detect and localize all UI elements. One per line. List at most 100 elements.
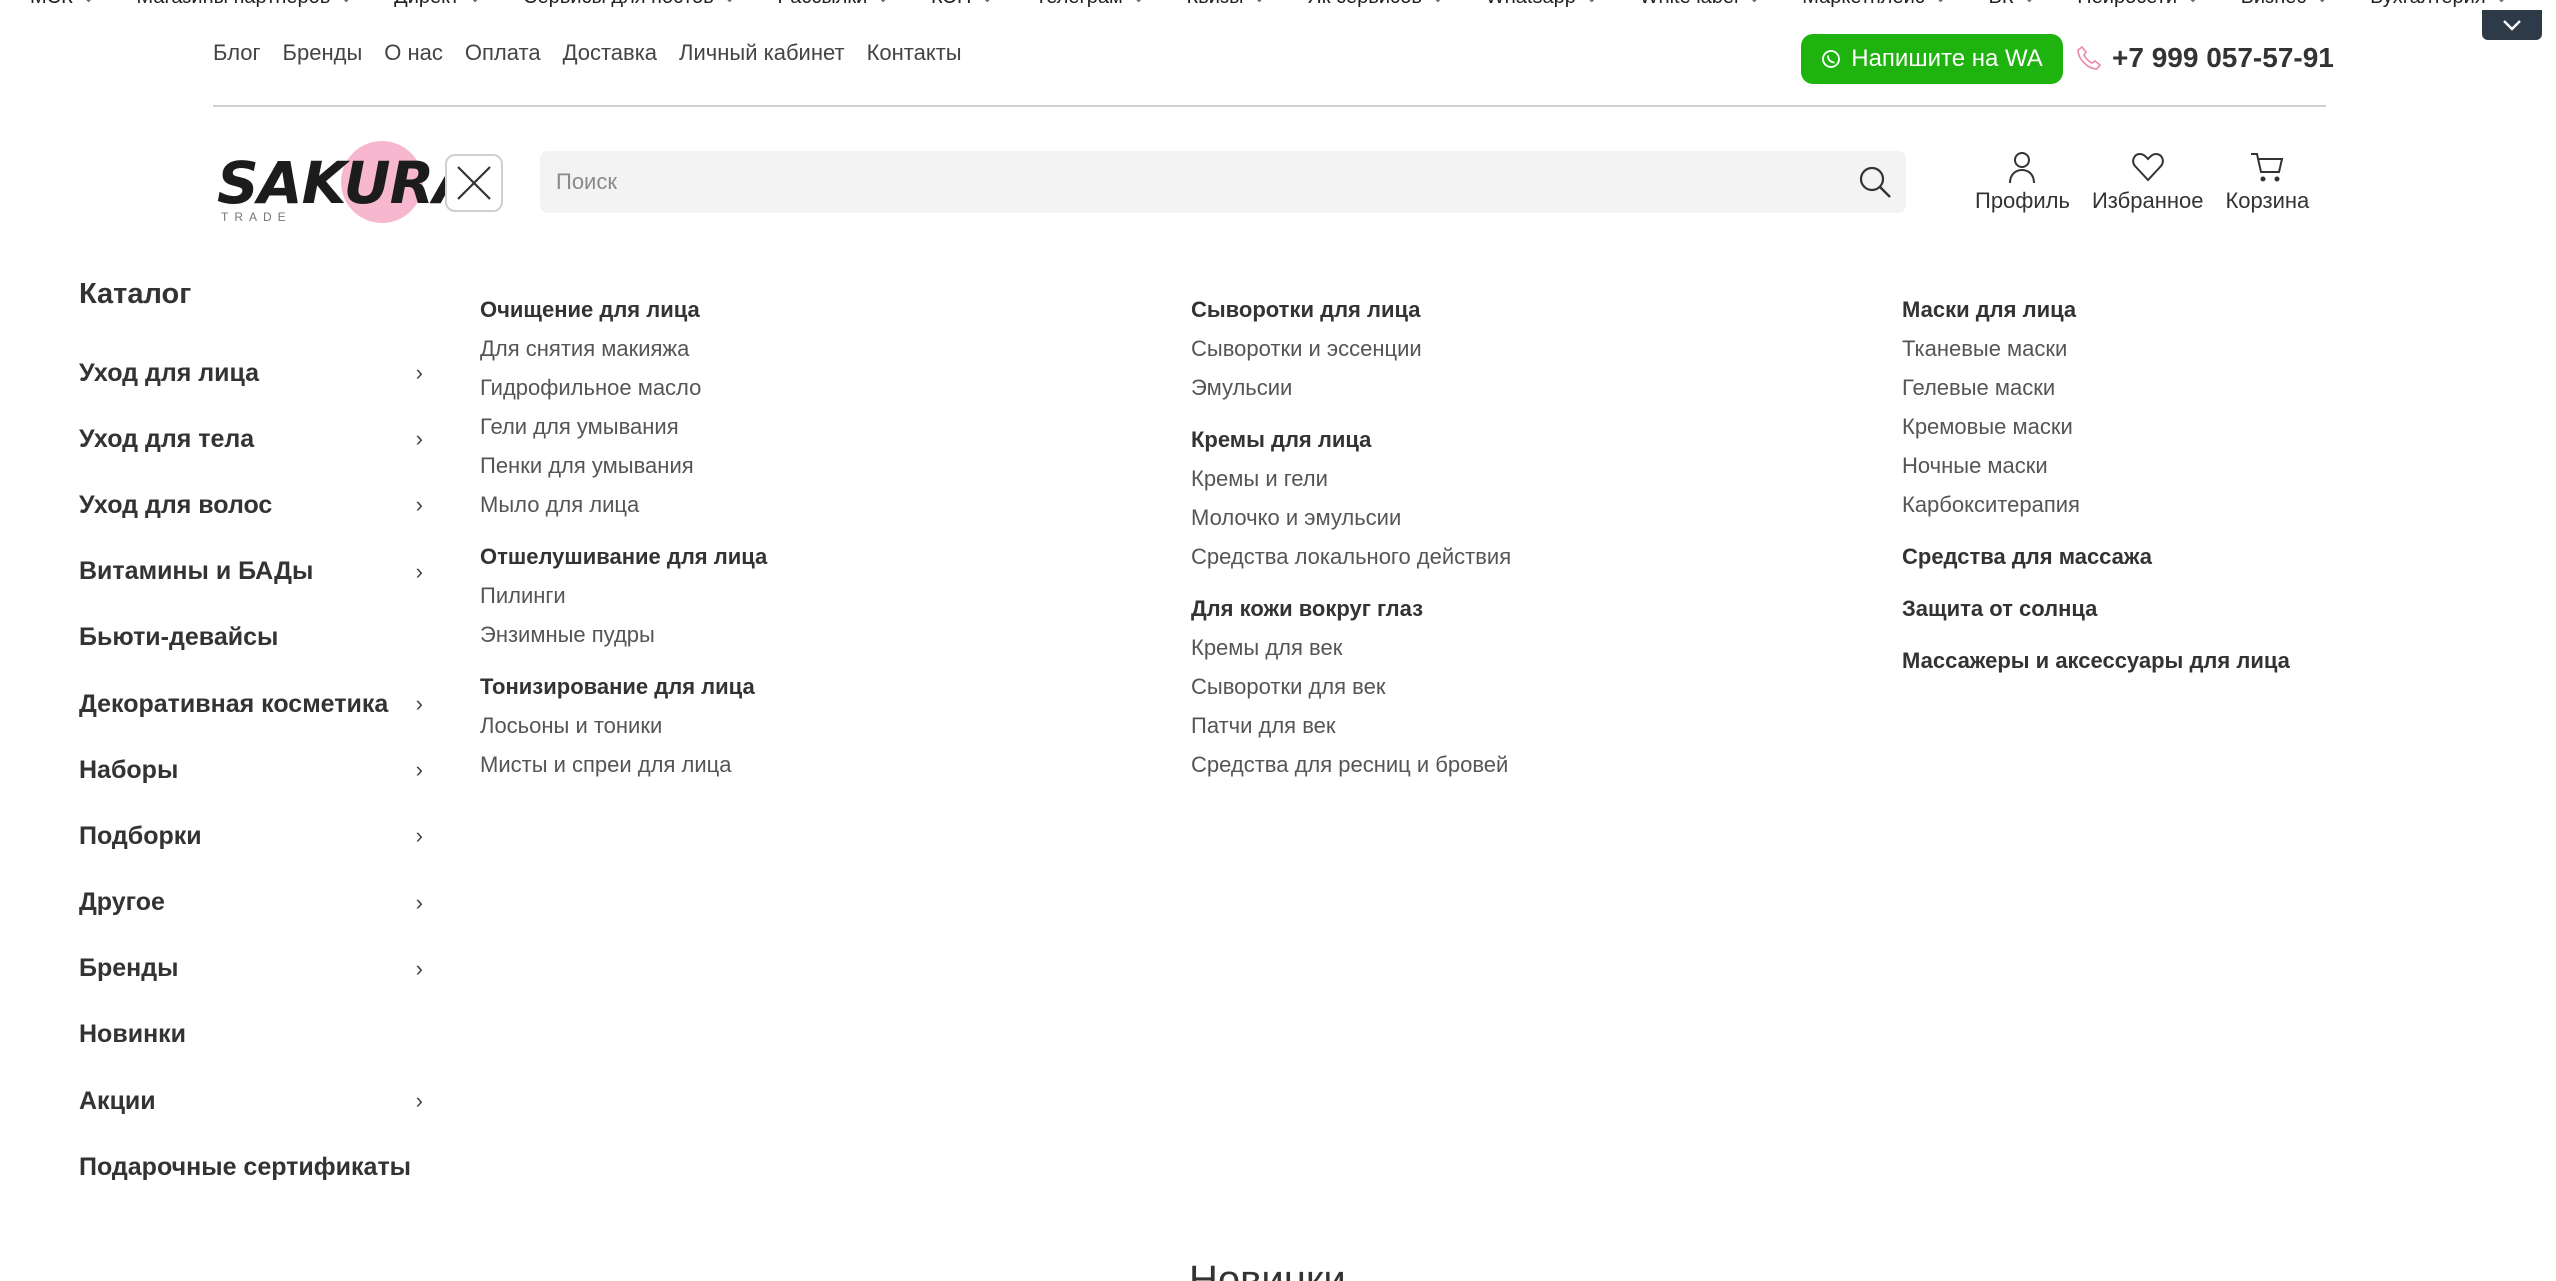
- top-nav: Блог Бренды О нас Оплата Доставка Личный…: [213, 40, 984, 66]
- chevron-down-icon: ⌄: [2316, 0, 2328, 6]
- submenu-link[interactable]: Для снятия макияжа: [480, 334, 767, 373]
- submenu-column-2: Сыворотки для лица Сыворотки и эссенции Эм…: [1191, 295, 1511, 802]
- chevron-down-icon: [2503, 20, 2521, 31]
- catalog-item[interactable]: Наборы ›: [79, 737, 429, 803]
- catalog-item[interactable]: Новинки: [79, 1002, 429, 1068]
- submenu-link[interactable]: Кремы и гели: [1191, 464, 1511, 503]
- submenu-link[interactable]: Тканевые маски: [1902, 334, 2290, 373]
- submenu-group-title[interactable]: Кремы для лица: [1191, 425, 1511, 464]
- submenu-link[interactable]: Энзимные пудры: [480, 620, 767, 659]
- submenu-link[interactable]: Кремы для век: [1191, 633, 1511, 672]
- partner-strip-item[interactable]: КЭП ⌄: [931, 0, 993, 9]
- phone-contact[interactable]: +7 999 057-57-91: [2074, 42, 2334, 74]
- submenu-group-title[interactable]: Защита от солнца: [1902, 594, 2290, 633]
- nav-link-contacts[interactable]: Контакты: [867, 40, 962, 66]
- catalog-item[interactable]: Подарочные сертификаты: [79, 1134, 429, 1200]
- partner-strip-item[interactable]: White label ⌄: [1640, 0, 1761, 9]
- partner-strip-item[interactable]: Рассылки ⌄: [778, 0, 890, 9]
- partner-strip-item[interactable]: МСК ⌄: [30, 0, 95, 9]
- partner-strip-item[interactable]: Сервисы для постов ⌄: [523, 0, 736, 9]
- submenu-group-title[interactable]: Средства для массажа: [1902, 542, 2290, 581]
- partner-strip-item[interactable]: Whatsapp ⌄: [1486, 0, 1598, 9]
- submenu-link[interactable]: Гидрофильное масло: [480, 373, 767, 412]
- chevron-down-icon: ⌄: [469, 0, 481, 6]
- catalog-item[interactable]: Декоративная косметика ›: [79, 671, 429, 737]
- chevron-down-icon: ⌄: [724, 0, 736, 6]
- submenu-group-title[interactable]: Отшелушивание для лица: [480, 542, 767, 581]
- partner-strip-label: Рассылки: [778, 0, 868, 9]
- nav-link-brands[interactable]: Бренды: [283, 40, 363, 66]
- chevron-right-icon: ›: [415, 757, 423, 783]
- partner-strip-label: Бухгалтерия: [2370, 0, 2486, 9]
- phone-icon: [2077, 45, 2102, 70]
- partner-strip-item[interactable]: Бизнес ⌄: [2241, 0, 2328, 9]
- submenu-group-title[interactable]: Очищение для лица: [480, 295, 767, 334]
- partner-strip-item[interactable]: Директ ⌄: [394, 0, 481, 9]
- nav-link-account[interactable]: Личный кабинет: [679, 40, 845, 66]
- catalog-item[interactable]: Уход для волос ›: [79, 472, 429, 538]
- catalog-item[interactable]: Другое ›: [79, 870, 429, 936]
- submenu-link[interactable]: Кремовые маски: [1902, 412, 2290, 451]
- catalog-item-label: Бренды: [79, 954, 179, 983]
- catalog-item[interactable]: Уход для лица ›: [79, 340, 429, 406]
- whatsapp-button[interactable]: Напишите на WA: [1801, 34, 2063, 84]
- submenu-group: Для кожи вокруг глаз Кремы для век Сыворот…: [1191, 594, 1511, 789]
- partner-strip-item[interactable]: Нейросети ⌄: [2077, 0, 2199, 9]
- catalog-item-label: Бьюти-девайсы: [79, 623, 279, 652]
- submenu-link[interactable]: Эмульсии: [1191, 373, 1511, 412]
- submenu-link[interactable]: Мыло для лица: [480, 490, 767, 529]
- close-catalog-button[interactable]: [445, 154, 503, 212]
- catalog-item[interactable]: Бренды ›: [79, 936, 429, 1002]
- nav-link-blog[interactable]: Блог: [213, 40, 261, 66]
- chevron-down-icon: ⌄: [1432, 0, 1444, 6]
- partner-strip-item[interactable]: ВК ⌄: [1989, 0, 2036, 9]
- submenu-link[interactable]: Средства для ресниц и бровей: [1191, 750, 1511, 789]
- nav-link-about[interactable]: О нас: [384, 40, 443, 66]
- submenu-link[interactable]: Гели для умывания: [480, 412, 767, 451]
- partner-strip-item[interactable]: Телеграм ⌄: [1035, 0, 1144, 9]
- submenu-group-title[interactable]: Сыворотки для лица: [1191, 295, 1511, 334]
- partner-strip-item[interactable]: Як сервисов ⌄: [1307, 0, 1444, 9]
- submenu-group-title[interactable]: Маски для лица: [1902, 295, 2290, 334]
- partner-strip-item[interactable]: Маркетплейс ⌄: [1802, 0, 1946, 9]
- submenu-group-title[interactable]: Для кожи вокруг глаз: [1191, 594, 1511, 633]
- cart-button[interactable]: Корзина: [2225, 150, 2309, 214]
- chevron-down-icon: ⌄: [981, 0, 993, 6]
- catalog-item[interactable]: Подборки ›: [79, 803, 429, 869]
- catalog-item[interactable]: Уход для тела ›: [79, 406, 429, 472]
- partner-strip-item[interactable]: Квизы ⌄: [1187, 0, 1266, 9]
- submenu-group: Массажеры и аксессуары для лица: [1902, 646, 2290, 685]
- partner-strip-item[interactable]: Магазины партнеров ⌄: [137, 0, 353, 9]
- search-input[interactable]: [540, 169, 1820, 195]
- submenu-link[interactable]: Средства локального действия: [1191, 542, 1511, 581]
- submenu-link[interactable]: Пилинги: [480, 581, 767, 620]
- logo[interactable]: SAKURA TRADE: [213, 137, 478, 227]
- submenu-group-title[interactable]: Тонизирование для лица: [480, 672, 767, 711]
- chevron-right-icon: ›: [415, 558, 423, 584]
- chevron-down-icon: ⌄: [2187, 0, 2199, 6]
- submenu-link[interactable]: Пенки для умывания: [480, 451, 767, 490]
- strip-toggle-button[interactable]: [2482, 10, 2542, 40]
- submenu-link[interactable]: Ночные маски: [1902, 451, 2290, 490]
- submenu-link[interactable]: Молочко и эмульсии: [1191, 503, 1511, 542]
- submenu-group: Защита от солнца: [1902, 594, 2290, 633]
- submenu-group-title[interactable]: Массажеры и аксессуары для лица: [1902, 646, 2290, 685]
- submenu-link[interactable]: Патчи для век: [1191, 711, 1511, 750]
- chevron-right-icon: ›: [415, 426, 423, 452]
- partner-strip-item[interactable]: Бухгалтерия ⌄: [2370, 0, 2507, 9]
- catalog-item[interactable]: Бьюти-девайсы: [79, 605, 429, 671]
- nav-link-payment[interactable]: Оплата: [465, 40, 541, 66]
- catalog-item[interactable]: Витамины и БАДы ›: [79, 539, 429, 605]
- nav-link-delivery[interactable]: Доставка: [563, 40, 657, 66]
- submenu-link[interactable]: Сыворотки для век: [1191, 672, 1511, 711]
- submenu-link[interactable]: Гелевые маски: [1902, 373, 2290, 412]
- submenu-link[interactable]: Лосьоны и тоники: [480, 711, 767, 750]
- catalog-item[interactable]: Акции ›: [79, 1068, 429, 1134]
- submenu-link[interactable]: Сыворотки и эссенции: [1191, 334, 1511, 373]
- whatsapp-icon: [1822, 50, 1841, 68]
- favorites-button[interactable]: Избранное: [2092, 150, 2203, 214]
- search-icon[interactable]: [1858, 165, 1892, 199]
- submenu-link[interactable]: Мисты и спреи для лица: [480, 750, 767, 789]
- profile-button[interactable]: Профиль: [1975, 150, 2070, 214]
- submenu-link[interactable]: Карбокситерапия: [1902, 490, 2290, 529]
